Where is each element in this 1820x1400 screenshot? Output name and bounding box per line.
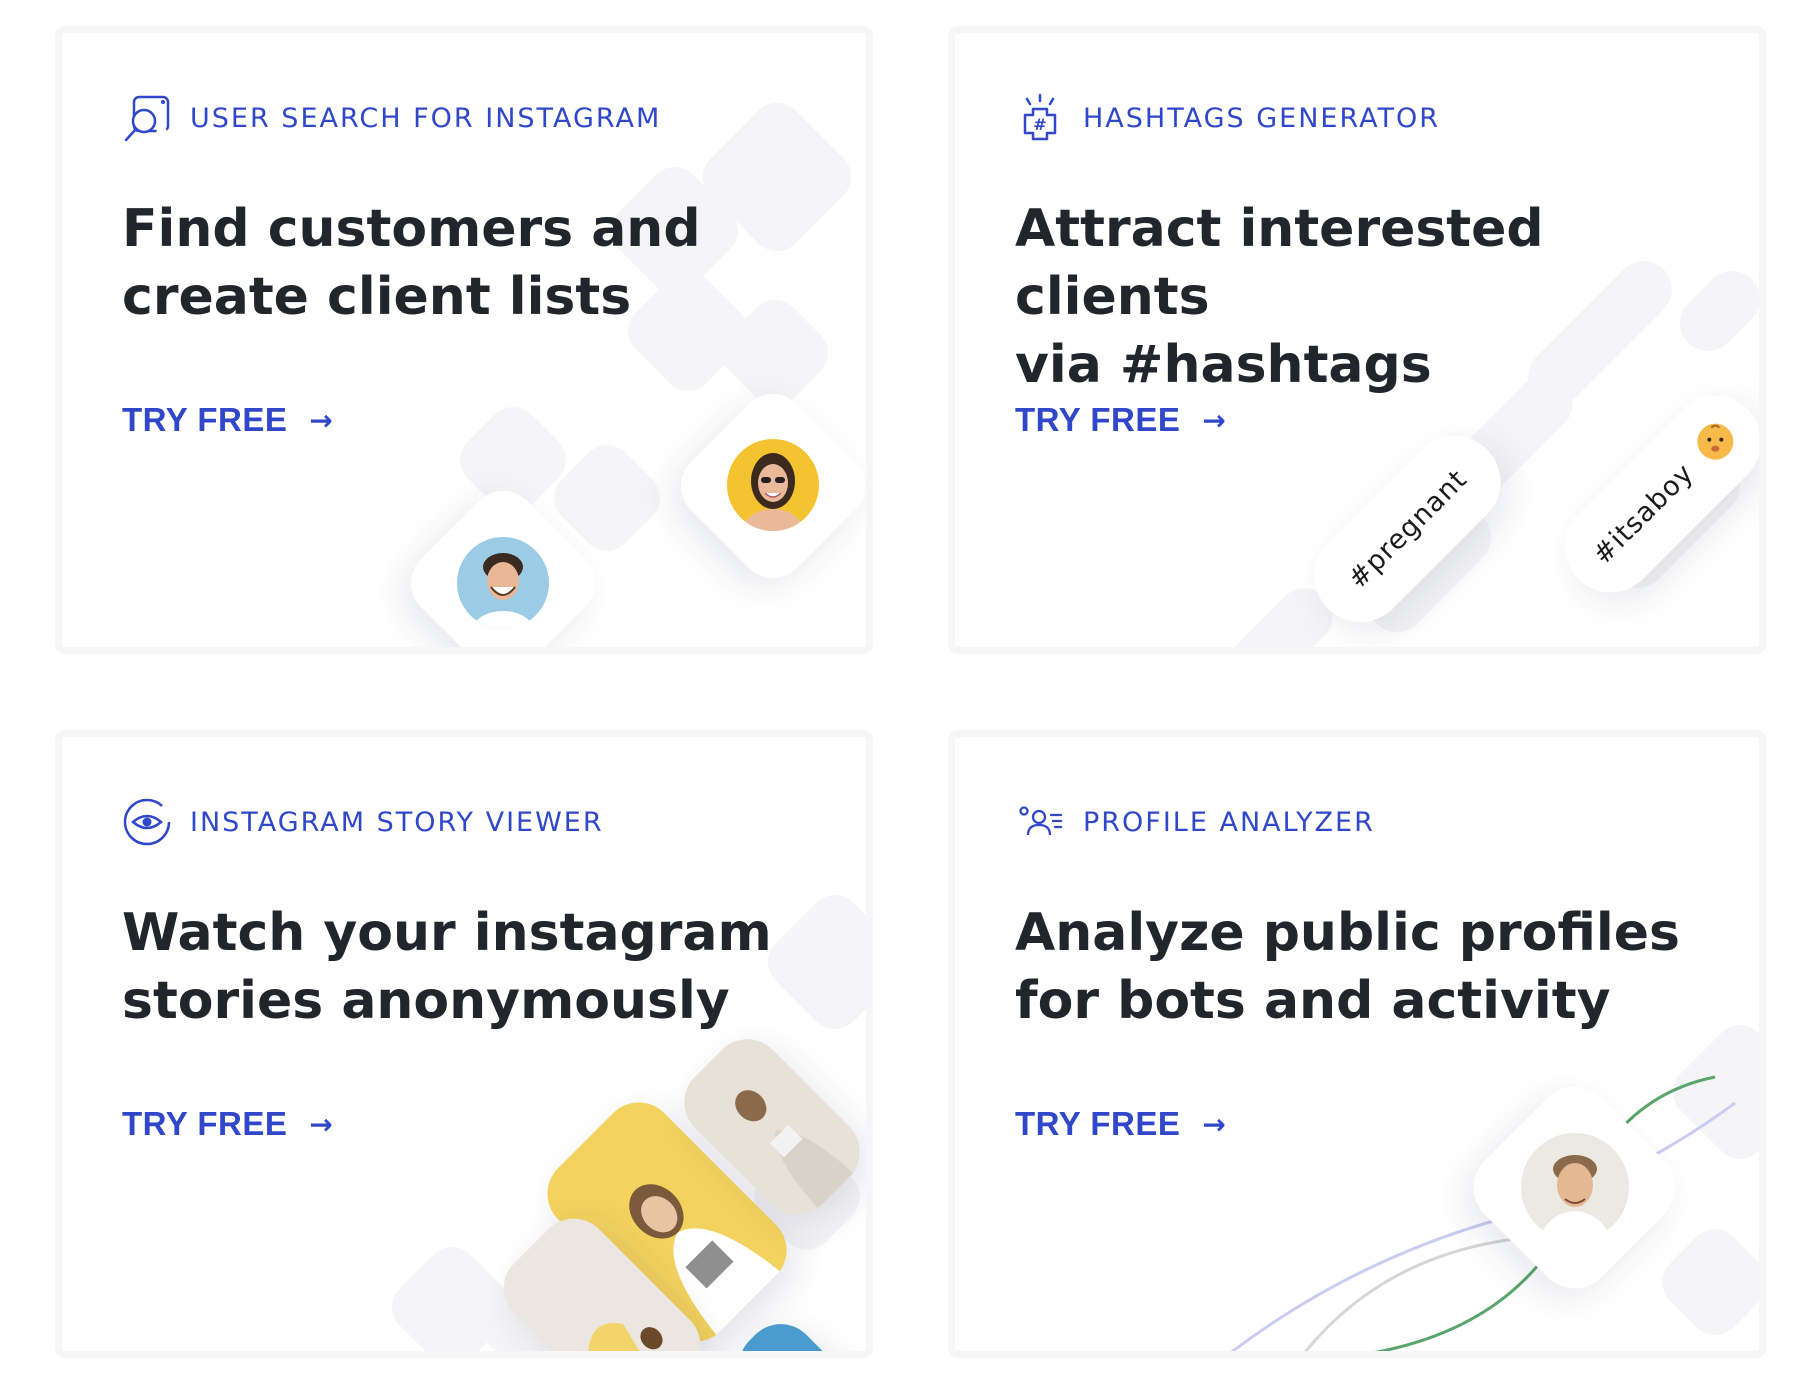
card-title: Analyze public profiles for bots and act…: [1015, 899, 1715, 1035]
card-header: INSTAGRAM STORY VIEWER: [122, 797, 604, 847]
card-title-line: Watch your instagram: [122, 903, 772, 963]
card-header: USER SEARCH FOR INSTAGRAM: [122, 93, 661, 143]
card-title-line: via #hashtags: [1015, 335, 1432, 395]
card-title-line: Analyze public profiles: [1015, 903, 1680, 963]
card-title-line: Attract interested clients: [1015, 199, 1544, 327]
arrow-right-icon: →: [309, 1107, 333, 1141]
card-title-line: Find customers and: [122, 199, 701, 259]
try-free-label: TRY FREE: [122, 1105, 288, 1142]
avatar: [1521, 1133, 1629, 1241]
card-header: # HASHTAGS GENERATOR: [1015, 93, 1440, 143]
card-title: Attract interested clients via #hashtags: [1015, 195, 1715, 399]
story-preview-card: [724, 1309, 866, 1351]
arrow-right-icon: →: [1202, 1107, 1226, 1141]
eye-icon: [122, 797, 172, 847]
card-label: INSTAGRAM STORY VIEWER: [190, 806, 604, 838]
avatar: [457, 537, 549, 629]
try-free-label: TRY FREE: [1015, 401, 1181, 438]
arrow-right-icon: →: [309, 403, 333, 437]
try-free-link[interactable]: TRY FREE →: [1015, 1105, 1226, 1143]
user-search-icon: [122, 93, 172, 143]
try-free-link[interactable]: TRY FREE →: [122, 401, 333, 439]
card-label: HASHTAGS GENERATOR: [1083, 102, 1441, 134]
card-user-search[interactable]: USER SEARCH FOR INSTAGRAM Find customers…: [55, 26, 873, 654]
card-title: Find customers and create client lists: [122, 195, 822, 331]
hashtag-gear-icon: #: [1015, 93, 1065, 143]
try-free-link[interactable]: TRY FREE →: [122, 1105, 333, 1143]
features-grid: USER SEARCH FOR INSTAGRAM Find customers…: [0, 0, 1820, 1400]
card-profile-analyzer[interactable]: PROFILE ANALYZER Analyze public profiles…: [948, 730, 1766, 1358]
card-title: Watch your instagram stories anonymously: [122, 899, 822, 1035]
svg-text:#: #: [1033, 115, 1046, 134]
card-label: PROFILE ANALYZER: [1083, 806, 1375, 838]
card-header: PROFILE ANALYZER: [1015, 797, 1375, 847]
profile-analyzer-icon: [1015, 797, 1065, 847]
arrow-right-icon: →: [1202, 403, 1226, 437]
card-title-line: stories anonymously: [122, 971, 730, 1031]
try-free-label: TRY FREE: [122, 401, 288, 438]
try-free-label: TRY FREE: [1015, 1105, 1181, 1142]
avatar: [727, 439, 819, 531]
card-label: USER SEARCH FOR INSTAGRAM: [190, 102, 662, 134]
card-title-line: for bots and activity: [1015, 971, 1611, 1031]
card-hashtags-generator[interactable]: # HASHTAGS GENERATOR Attract interested …: [948, 26, 1766, 654]
card-title-line: create client lists: [122, 267, 632, 327]
card-story-viewer[interactable]: INSTAGRAM STORY VIEWER Watch your instag…: [55, 730, 873, 1358]
try-free-link[interactable]: TRY FREE →: [1015, 401, 1226, 439]
baby-emoji-icon: [1697, 423, 1734, 460]
